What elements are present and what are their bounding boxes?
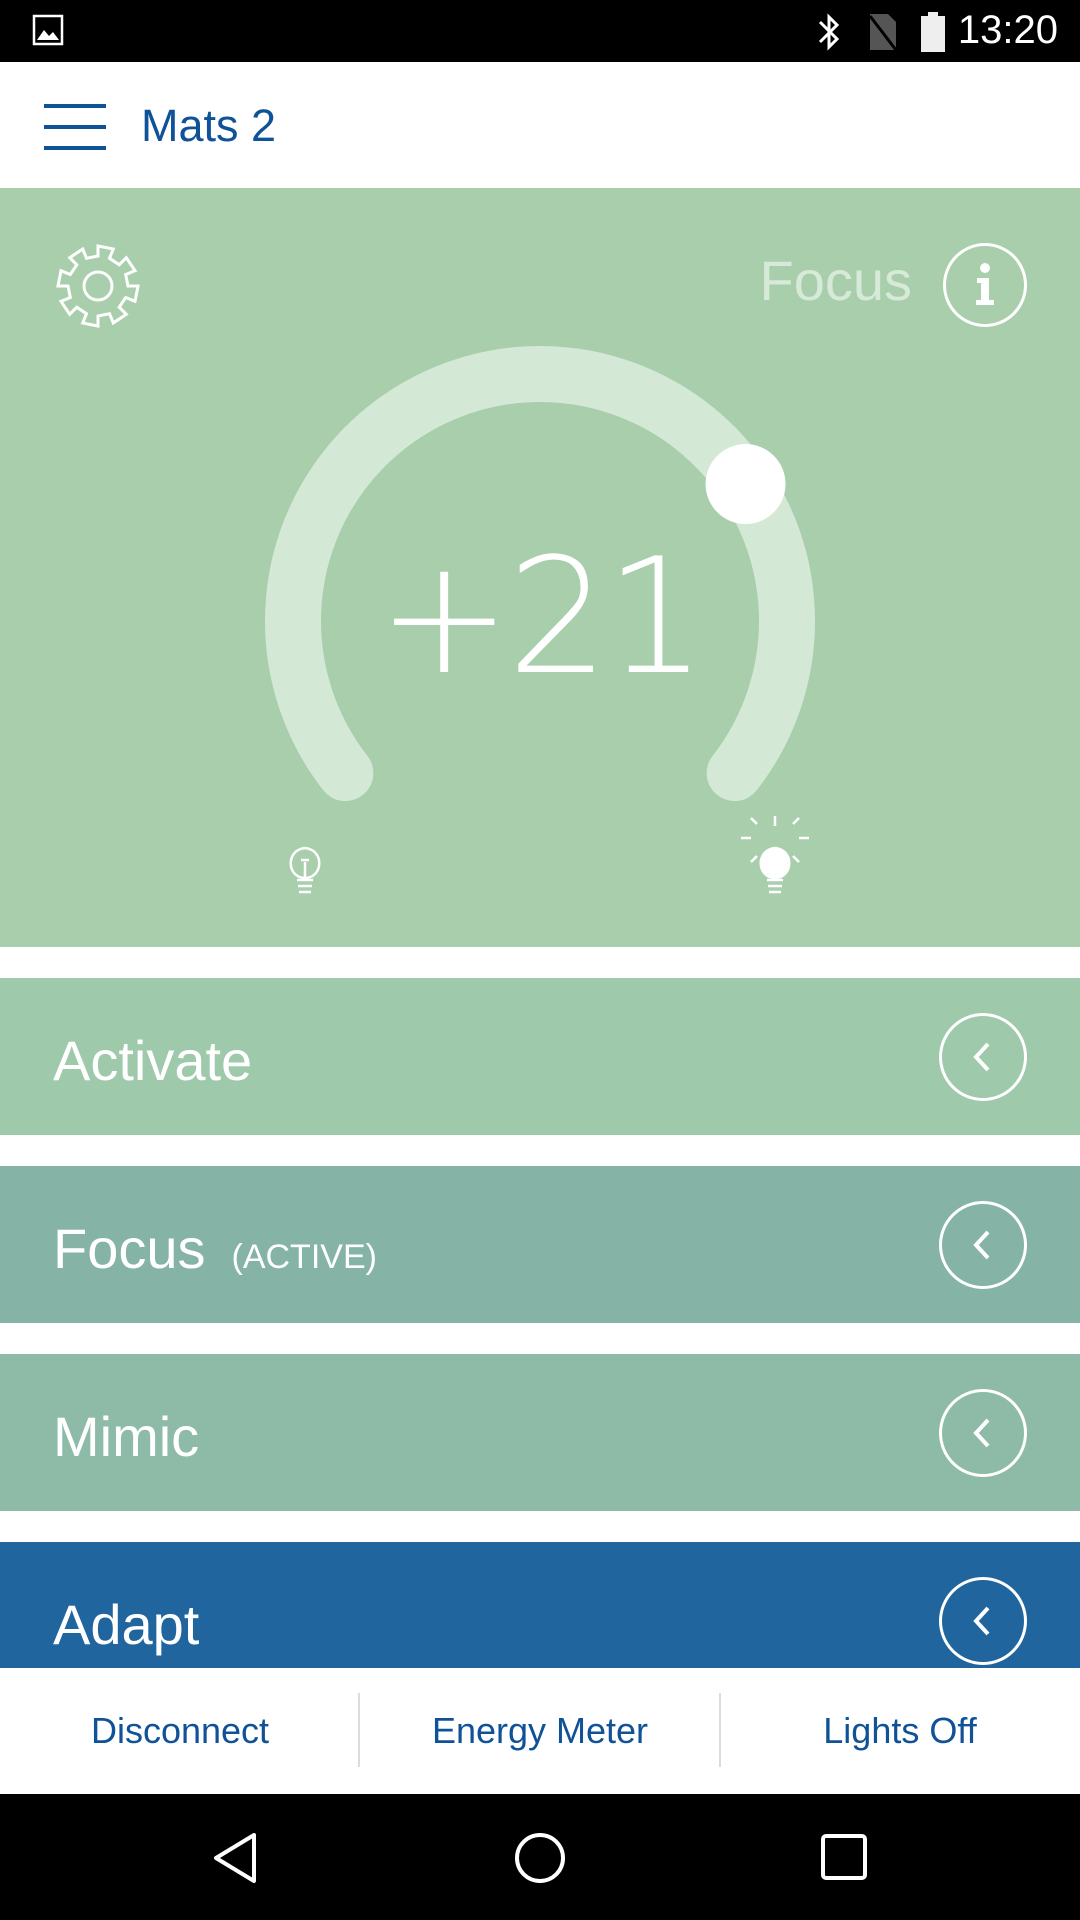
energy-meter-button[interactable]: Energy Meter [360,1668,720,1794]
image-notification-icon [32,14,64,46]
expand-button-adapt[interactable] [939,1577,1027,1665]
bluetooth-icon [818,13,840,51]
info-icon [976,263,994,305]
bulb-off-icon [289,846,321,894]
mode-row-focus[interactable]: Focus (ACTIVE) [0,1166,1080,1323]
expand-button-focus[interactable] [939,1201,1027,1289]
home-icon[interactable] [513,1831,567,1885]
page-title: Mats 2 [141,100,277,151]
active-badge: (ACTIVE) [231,1238,377,1276]
dial-knob[interactable] [705,444,786,525]
gear-icon[interactable] [52,240,144,332]
status-time: 13:20 [957,8,1058,52]
lights-off-button[interactable]: Lights Off [720,1668,1080,1794]
mode-label-mimic: Mimic [53,1405,200,1468]
chevron-left-icon [973,1042,990,1072]
system-nav-bar [0,1794,1080,1920]
mode-label-focus: Focus (ACTIVE) [53,1216,377,1281]
info-button[interactable] [943,243,1027,327]
chevron-left-icon [973,1230,990,1260]
bulb-on-icon [741,816,809,894]
disconnect-button[interactable]: Disconnect [0,1668,360,1794]
app-bar: Mats 2 [0,62,1080,188]
mode-row-activate[interactable]: Activate [0,978,1080,1135]
mode-row-mimic[interactable]: Mimic [0,1354,1080,1511]
no-sim-icon [868,14,898,51]
mode-name: Focus [53,1217,206,1280]
chevron-left-icon [973,1606,990,1636]
chevron-left-icon [973,1418,990,1448]
recents-icon[interactable] [820,1833,868,1881]
battery-icon [921,12,945,52]
mode-label: Focus [759,249,913,312]
mode-label-adapt: Adapt [53,1593,200,1656]
mode-row-adapt[interactable]: Adapt [0,1542,1080,1668]
hamburger-menu-icon[interactable] [44,104,106,150]
expand-button-activate[interactable] [939,1013,1027,1101]
back-icon[interactable] [210,1832,260,1884]
dial-value: +21 [377,523,707,710]
expand-button-mimic[interactable] [939,1389,1027,1477]
dial-panel: Focus +21 [0,188,1080,947]
bottom-action-bar: Disconnect Energy Meter Lights Off [0,1668,1080,1794]
mode-label-activate: Activate [53,1029,253,1092]
status-bar: 13:20 [0,0,1080,62]
